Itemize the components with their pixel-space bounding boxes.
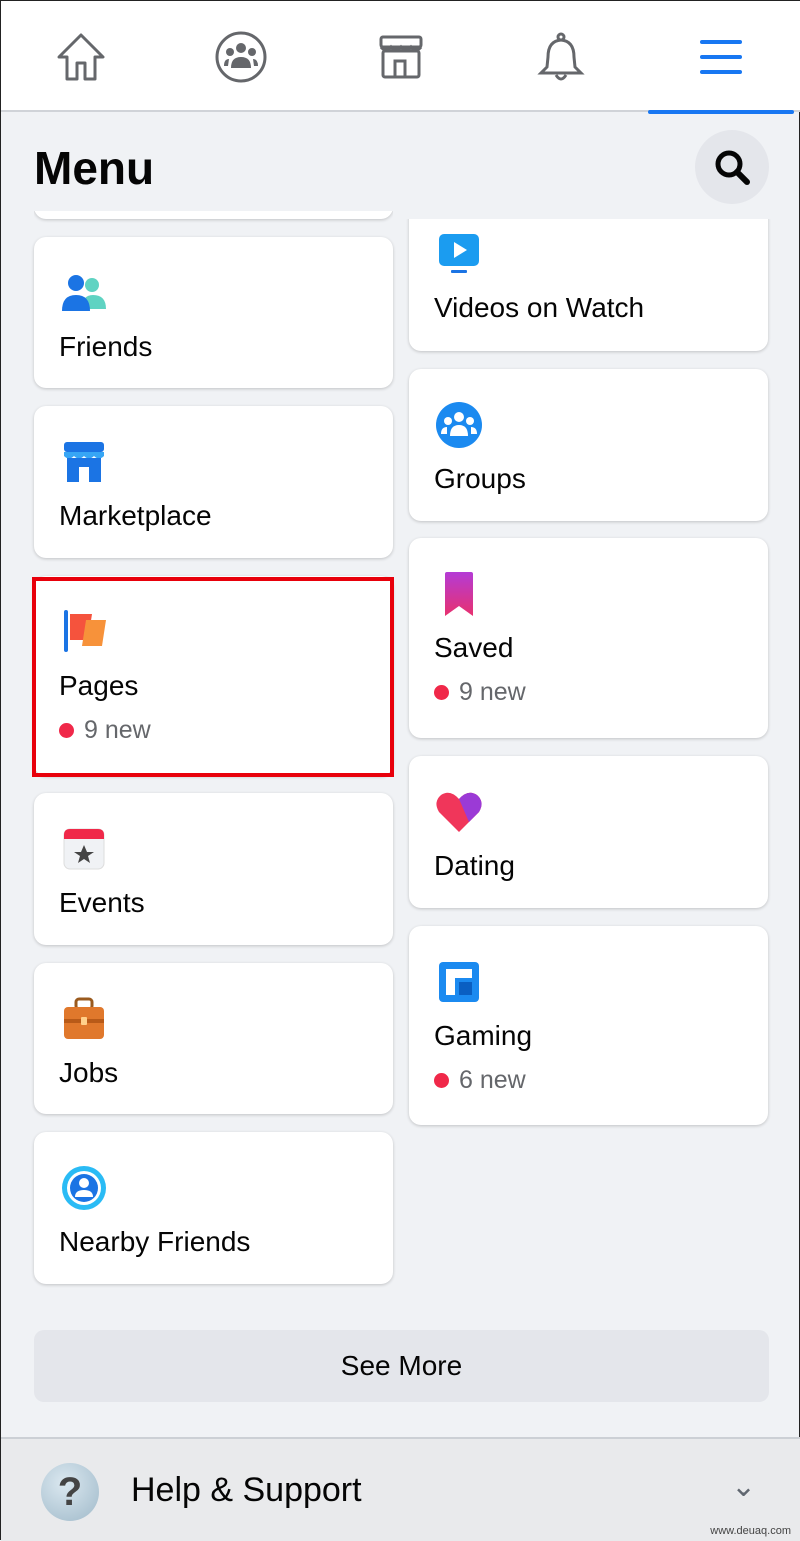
gaming-icon	[439, 962, 479, 1002]
shortcut-label: Saved	[434, 632, 514, 663]
search-button[interactable]	[695, 130, 769, 204]
shortcut-videos-on-watch[interactable]: Videos on Watch	[409, 219, 768, 351]
shortcut-saved[interactable]: Saved 9 new	[409, 538, 768, 738]
highlight-box	[32, 577, 394, 777]
shortcut-events[interactable]: Events	[34, 793, 393, 945]
briefcase-icon	[64, 997, 104, 1039]
shortcut-label: Marketplace	[59, 500, 212, 531]
bookmark-icon	[445, 572, 473, 616]
tab-home[interactable]	[6, 1, 156, 112]
chevron-down-icon[interactable]: ⌄	[731, 1469, 756, 1504]
marketplace-icon	[64, 442, 104, 482]
nearby-friends-icon	[62, 1166, 106, 1210]
watermark: www.deuaq.com	[710, 1525, 791, 1537]
shortcut-label: Groups	[434, 463, 526, 494]
shortcut-dating[interactable]: Dating	[409, 756, 768, 908]
see-more-button[interactable]: See More	[34, 1330, 769, 1402]
question-icon: ?	[41, 1463, 99, 1521]
shortcut-label: Jobs	[59, 1057, 119, 1088]
shortcut-nearby-friends[interactable]: Nearby Friends	[34, 1132, 393, 1284]
watch-icon	[439, 234, 479, 273]
groups-icon	[215, 31, 267, 82]
shortcut-label: Friends	[59, 331, 153, 362]
bell-icon	[537, 32, 585, 80]
shortcut-label: Gaming	[434, 1020, 533, 1051]
shortcut-jobs[interactable]: Jobs	[34, 963, 393, 1114]
tab-marketplace[interactable]	[326, 1, 476, 112]
shortcut-label: Nearby Friends	[59, 1226, 251, 1257]
new-badge: 6 new	[434, 1066, 526, 1095]
heart-icon	[436, 792, 482, 832]
marketplace-icon	[379, 35, 423, 78]
tab-notifications[interactable]	[486, 1, 636, 112]
groups-icon	[436, 402, 482, 448]
calendar-star-icon	[63, 828, 105, 870]
shortcut-marketplace[interactable]: Marketplace	[34, 406, 393, 558]
new-badge: 9 new	[434, 678, 526, 707]
red-dot-icon	[434, 1073, 449, 1088]
friends-icon	[62, 275, 106, 311]
menu-icon	[700, 39, 742, 74]
help-support-label: Help & Support	[131, 1471, 362, 1509]
shortcut-friends[interactable]: Friends	[34, 237, 393, 388]
shortcut-groups[interactable]: Groups	[409, 369, 768, 521]
shortcut-label: Events	[59, 887, 145, 918]
top-nav-bar	[1, 1, 800, 114]
tab-menu[interactable]	[646, 1, 796, 114]
red-dot-icon	[434, 685, 449, 700]
tab-groups[interactable]	[166, 1, 316, 112]
search-icon	[715, 150, 750, 185]
page-title: Menu	[34, 142, 155, 194]
shortcut-gaming[interactable]: Gaming 6 new	[409, 926, 768, 1125]
shortcut-label: Dating	[434, 850, 515, 881]
home-icon	[57, 33, 105, 80]
help-support-section[interactable]: ? Help & Support ⌄ www.deuaq.com	[1, 1437, 800, 1541]
shortcut-label: Videos on Watch	[434, 292, 645, 323]
